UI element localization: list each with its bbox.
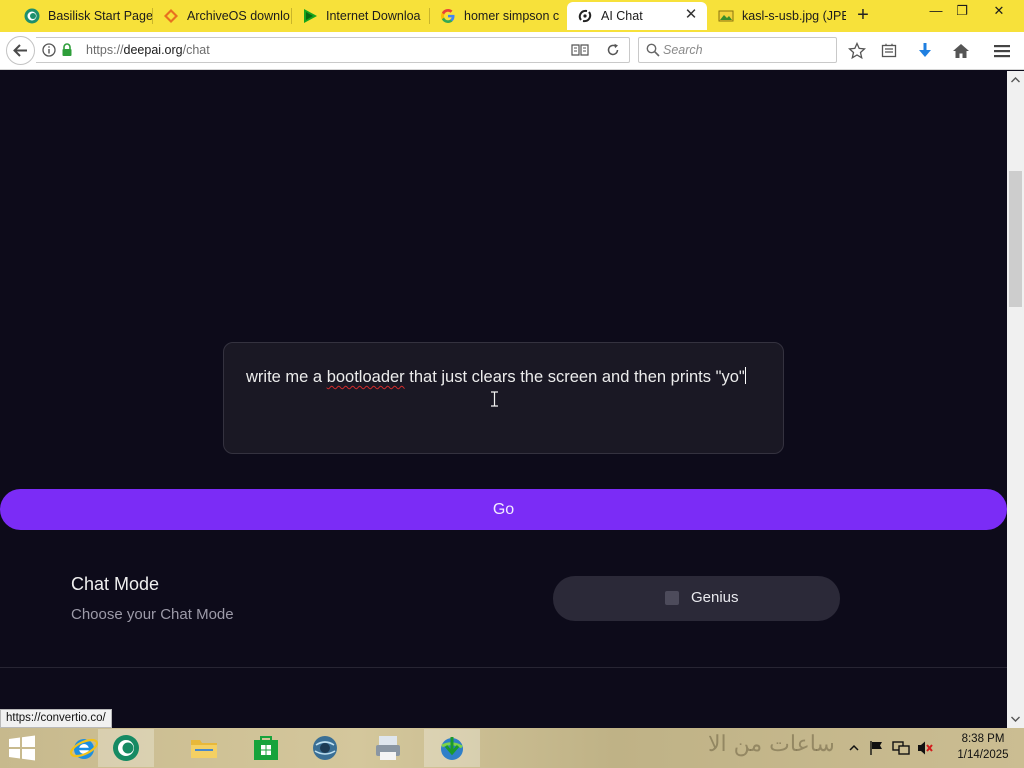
search-placeholder: Search bbox=[663, 43, 703, 57]
basilisk-icon bbox=[113, 735, 139, 761]
scroll-up-icon[interactable] bbox=[1007, 73, 1024, 87]
wallpaper-text: ساعات من الا bbox=[708, 732, 835, 757]
printer-icon bbox=[376, 736, 400, 760]
hamburger-menu-icon[interactable] bbox=[991, 40, 1013, 62]
taskbar-file-explorer[interactable] bbox=[176, 729, 232, 767]
bookmark-star-icon[interactable] bbox=[846, 40, 868, 62]
tab-label: homer simpson c bbox=[464, 9, 560, 23]
section-divider bbox=[0, 667, 1007, 668]
prompt-text[interactable]: write me a bootloader that just clears t… bbox=[246, 367, 766, 388]
status-bar-link: https://convertio.co/ bbox=[0, 709, 112, 728]
reload-icon[interactable] bbox=[602, 39, 624, 61]
basilisk-icon bbox=[24, 8, 40, 24]
start-button[interactable] bbox=[4, 732, 40, 764]
new-tab-button[interactable]: + bbox=[852, 5, 874, 27]
scroll-down-icon[interactable] bbox=[1007, 712, 1024, 726]
image-icon bbox=[718, 8, 734, 24]
home-icon[interactable] bbox=[950, 40, 972, 62]
lock-icon[interactable] bbox=[56, 39, 78, 61]
genius-checkbox[interactable] bbox=[665, 591, 679, 605]
chat-mode-subtitle: Choose your Chat Mode bbox=[71, 606, 234, 623]
tab-homer-simpson[interactable]: homer simpson c bbox=[430, 2, 568, 30]
close-tab-icon[interactable]: ✕ bbox=[683, 7, 699, 23]
flag-icon[interactable] bbox=[869, 740, 885, 756]
volume-muted-icon[interactable] bbox=[917, 740, 935, 756]
url-bar[interactable]: https://deepai.org/chat bbox=[36, 37, 630, 63]
tab-label: ArchiveOS downlo bbox=[187, 9, 290, 23]
text-caret bbox=[744, 367, 746, 384]
windows-logo-icon bbox=[9, 735, 35, 761]
clock-time: 8:38 PM bbox=[961, 733, 1005, 745]
navigation-toolbar: https://deepai.org/chat Search bbox=[0, 32, 1024, 70]
tab-label: Basilisk Start Page bbox=[48, 9, 153, 23]
bookmarks-list-icon[interactable] bbox=[878, 40, 900, 62]
folder-icon bbox=[191, 740, 217, 758]
genius-label: Genius bbox=[691, 589, 739, 606]
tab-kasl-usb-image[interactable]: kasl-s-usb.jpg (JPE bbox=[708, 2, 846, 30]
url-scheme: https:// bbox=[86, 43, 124, 57]
restore-button[interactable]: ❐ bbox=[947, 2, 977, 22]
url-text[interactable]: https://deepai.org/chat bbox=[86, 43, 210, 57]
deepai-chat-page: write me a bootloader that just clears t… bbox=[0, 71, 1007, 728]
back-button[interactable] bbox=[6, 36, 35, 65]
back-arrow-icon bbox=[13, 44, 27, 57]
tab-label: Internet Downloa bbox=[326, 9, 421, 23]
search-input[interactable]: Search bbox=[638, 37, 837, 63]
store-icon bbox=[254, 736, 278, 760]
go-button[interactable]: Go bbox=[0, 489, 1007, 530]
chat-mode-title: Chat Mode bbox=[71, 574, 160, 594]
url-domain: deepai.org bbox=[123, 43, 183, 57]
taskbar-internet-download-manager[interactable] bbox=[424, 729, 480, 767]
scrollbar-thumb[interactable] bbox=[1009, 171, 1022, 307]
network-icon[interactable] bbox=[892, 740, 910, 756]
tab-ai-chat[interactable]: AI Chat ✕ bbox=[567, 2, 707, 30]
search-icon bbox=[642, 39, 664, 61]
system-tray bbox=[848, 728, 935, 768]
genius-mode-toggle[interactable]: Genius bbox=[553, 576, 840, 621]
clock-date: 1/14/2025 bbox=[957, 749, 1009, 761]
prompt-text-part: that just clears the screen and then pri… bbox=[404, 368, 745, 386]
reader-view-icon[interactable] bbox=[569, 39, 591, 61]
google-icon bbox=[440, 8, 456, 24]
tab-archiveos[interactable]: ArchiveOS downlo bbox=[153, 2, 293, 30]
taskbar-globe-app[interactable] bbox=[297, 729, 353, 767]
deepai-icon bbox=[577, 8, 593, 24]
tab-label: kasl-s-usb.jpg (JPE bbox=[742, 9, 846, 23]
i-beam-cursor-icon bbox=[491, 391, 498, 407]
prompt-text-part: write me a bbox=[246, 368, 327, 386]
tab-basilisk-start-page[interactable]: Basilisk Start Page bbox=[14, 2, 154, 30]
url-path: /chat bbox=[182, 43, 210, 57]
taskbar-clock[interactable]: 8:38 PM 1/14/2025 bbox=[945, 731, 1021, 763]
page-scrollbar[interactable] bbox=[1007, 71, 1024, 728]
chat-prompt-textarea[interactable]: write me a bootloader that just clears t… bbox=[223, 342, 784, 454]
taskbar-basilisk[interactable] bbox=[98, 729, 154, 767]
tab-internet-download[interactable]: Internet Downloa bbox=[292, 2, 430, 30]
tab-strip: Basilisk Start Page ArchiveOS downlo Int… bbox=[0, 0, 1024, 32]
download-icon[interactable] bbox=[914, 40, 936, 62]
taskbar-printer-app[interactable] bbox=[360, 729, 416, 767]
archiveos-icon bbox=[163, 8, 179, 24]
misspelled-word: bootloader bbox=[326, 368, 405, 386]
tray-expand-icon[interactable] bbox=[848, 742, 860, 754]
windows-taskbar: ساعات من الا 8:38 PM 1/14/2025 bbox=[0, 728, 1024, 768]
play-icon bbox=[302, 8, 318, 24]
internet-explorer-icon bbox=[69, 738, 99, 759]
taskbar-store[interactable] bbox=[238, 729, 294, 767]
globe-icon bbox=[313, 736, 337, 760]
tab-label: AI Chat bbox=[601, 9, 643, 23]
download-manager-icon bbox=[441, 737, 463, 760]
close-window-button[interactable]: ✕ bbox=[984, 2, 1014, 22]
